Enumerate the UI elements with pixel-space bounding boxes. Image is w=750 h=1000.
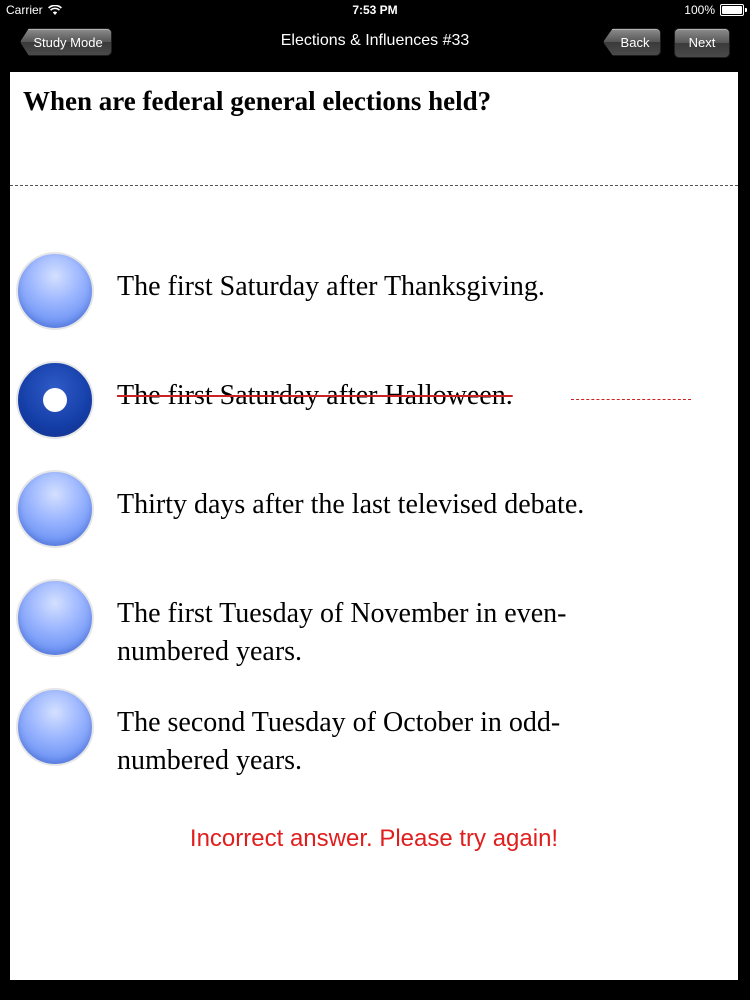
answer-option-label[interactable]: The second Tuesday of October in odd-num… xyxy=(117,704,637,780)
battery-group: 100% xyxy=(684,3,747,17)
battery-percent: 100% xyxy=(684,3,715,17)
radio-button-icon[interactable] xyxy=(16,579,94,657)
next-button[interactable]: Next xyxy=(674,28,730,58)
status-time: 7:53 PM xyxy=(352,3,398,17)
strikethrough-line xyxy=(571,399,691,400)
answer-option-label[interactable]: Thirty days after the last televised deb… xyxy=(117,486,637,524)
status-bar: Carrier 7:53 PM 100% xyxy=(0,0,750,22)
answer-option-label[interactable]: The first Saturday after Thanksgiving. xyxy=(117,268,637,306)
nav-bar: Study Mode Elections & Influences #33 Ba… xyxy=(0,22,750,72)
battery-icon xyxy=(720,4,747,16)
question-divider xyxy=(10,185,738,186)
radio-button-icon[interactable] xyxy=(16,470,94,548)
quiz-content: When are federal general elections held?… xyxy=(10,72,738,980)
question-text: When are federal general elections held? xyxy=(23,86,492,116)
radio-button-icon[interactable] xyxy=(16,252,94,330)
answer-option-label[interactable]: The first Tuesday of November in even-nu… xyxy=(117,595,637,671)
radio-button-icon[interactable] xyxy=(16,688,94,766)
back-button[interactable]: Back xyxy=(603,28,661,56)
feedback-message: Incorrect answer. Please try again! xyxy=(189,825,559,852)
answer-option-label[interactable]: The first Saturday after Halloween. xyxy=(117,377,637,415)
radio-button-selected-icon[interactable] xyxy=(16,361,94,439)
